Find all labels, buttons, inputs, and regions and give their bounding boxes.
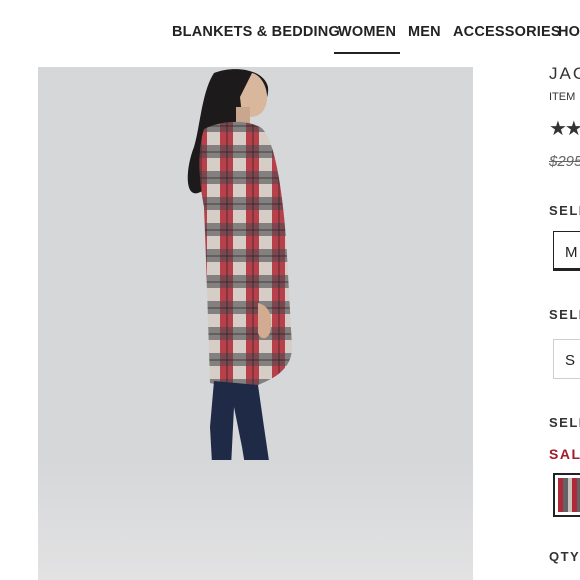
- nav-blankets-bedding[interactable]: BLANKETS & BEDDING: [172, 24, 340, 40]
- product-photo-illustration: [187, 69, 310, 559]
- sale-label: SALE: [549, 446, 580, 462]
- color-swatch-plaid[interactable]: [553, 473, 580, 517]
- product-details: JAC ITEM ★★ $295 SELE M SELE S SELE SALE…: [549, 0, 580, 580]
- main-nav: BLANKETS & BEDDING WOMEN MEN ACCESSORIES…: [0, 0, 580, 60]
- nav-men[interactable]: MEN: [408, 24, 441, 40]
- product-title: JAC: [549, 64, 580, 83]
- select-length-label: SELE: [549, 307, 580, 322]
- size-option-s[interactable]: S: [553, 339, 580, 379]
- nav-accessories[interactable]: ACCESSORIES: [453, 24, 561, 40]
- rating-stars-icon[interactable]: ★★: [549, 116, 580, 141]
- nav-women[interactable]: WOMEN: [333, 24, 401, 54]
- select-size-label: SELE: [549, 203, 580, 218]
- original-price: $295: [549, 153, 580, 170]
- swatch-plaid-pattern: [558, 478, 580, 512]
- quantity-label: QTY: [549, 549, 580, 564]
- select-color-label: SELE: [549, 415, 580, 430]
- product-image[interactable]: [38, 67, 473, 580]
- size-option-m[interactable]: M: [553, 231, 580, 271]
- item-number: ITEM: [549, 91, 576, 103]
